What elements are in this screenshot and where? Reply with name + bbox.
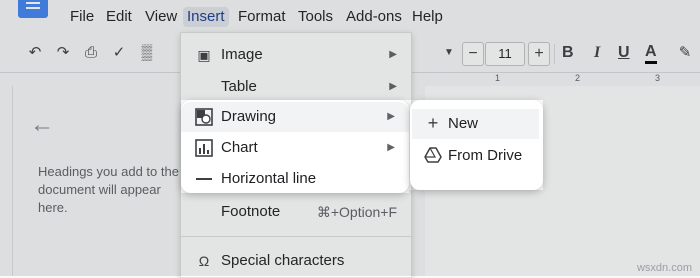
menu-item-chart[interactable]: Chart ▶	[181, 133, 409, 163]
plus-icon: +	[427, 113, 439, 133]
highlighted-menu-items: Drawing ▶ Chart ▶ Horizontal line	[181, 100, 409, 193]
menu-item-label: Horizontal line	[221, 170, 317, 187]
dim-overlay	[0, 100, 181, 276]
google-drive-icon	[424, 147, 442, 163]
dim-overlay	[409, 190, 543, 193]
menu-item-label: Drawing	[221, 108, 277, 125]
submenu-item-new[interactable]: + New	[412, 109, 539, 139]
dim-overlay	[0, 0, 700, 100]
submenu-item-label: New	[448, 115, 479, 132]
menu-item-horizontal-line[interactable]: Horizontal line	[181, 164, 409, 194]
submenu-arrow-icon: ▶	[387, 111, 395, 122]
watermark: wsxdn.com	[636, 262, 692, 274]
drawing-icon	[195, 108, 213, 126]
dim-overlay	[181, 193, 700, 276]
menu-item-drawing[interactable]: Drawing ▶	[181, 102, 409, 132]
drawing-submenu: + New From Drive	[410, 100, 543, 190]
submenu-item-label: From Drive	[448, 147, 523, 164]
dim-overlay	[543, 100, 700, 193]
menu-item-label: Chart	[221, 139, 258, 156]
submenu-item-from-drive[interactable]: From Drive	[412, 141, 539, 171]
chart-icon	[195, 139, 213, 157]
submenu-arrow-icon: ▶	[387, 142, 395, 153]
horizontal-line-icon	[196, 178, 212, 180]
